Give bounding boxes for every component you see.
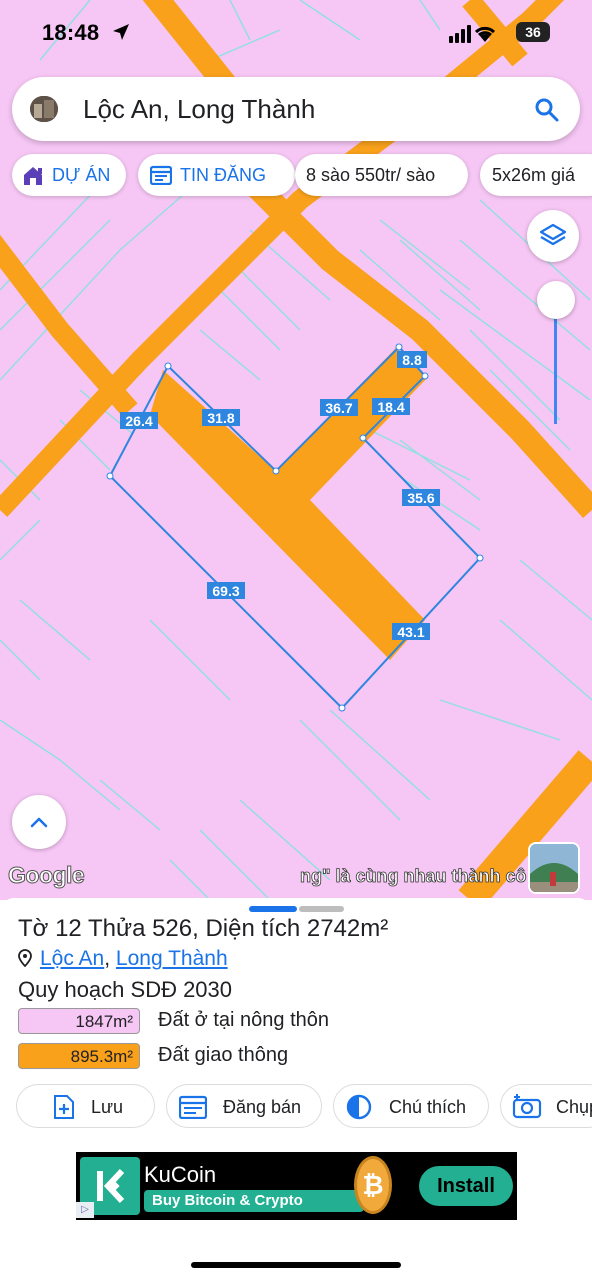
opacity-slider-handle[interactable]: [537, 281, 575, 319]
ward-link[interactable]: Lộc An: [40, 947, 104, 970]
layers-icon: [539, 223, 567, 246]
page-indicator[interactable]: [299, 906, 344, 912]
search-bar[interactable]: Lộc An, Long Thành: [12, 77, 580, 141]
parcel-info-sheet[interactable]: Tờ 12 Thửa 526, Diện tích 2742m² Lộc An,…: [0, 898, 592, 1140]
search-icon[interactable]: [534, 97, 560, 123]
capture-button[interactable]: Chụp: [500, 1084, 592, 1128]
search-thumbnail: [30, 96, 58, 122]
dimension-label: 8.8: [402, 352, 422, 368]
parcel-address: Lộc An, Long Thành: [18, 947, 228, 971]
dimension-label: 43.1: [397, 624, 424, 640]
location-pin-icon: [18, 949, 32, 968]
ad-install-button[interactable]: Install: [419, 1166, 513, 1206]
calendar-icon: [150, 165, 172, 185]
action-label: Chú thích: [389, 1097, 467, 1117]
dimension-label: 18.4: [377, 399, 404, 415]
search-input[interactable]: Lộc An, Long Thành: [83, 94, 315, 125]
plan-title: Quy hoạch SDĐ 2030: [18, 977, 233, 1002]
ad-subtitle: Buy Bitcoin & Crypto: [144, 1190, 364, 1212]
filter-chips: DỰ ÁN TIN ĐĂNG 8 sào 550tr/ sào 5x26m gi…: [12, 154, 592, 198]
save-button[interactable]: Lưu: [16, 1084, 155, 1128]
chip-label: TIN ĐĂNG: [180, 165, 267, 185]
chip-du-an[interactable]: DỰ ÁN: [12, 154, 126, 196]
legend-label: Đất giao thông: [158, 1044, 289, 1066]
action-bar: Lưu Đăng bán Chú thích Chụ: [0, 1084, 592, 1130]
action-label: Chụp: [556, 1097, 592, 1117]
calendar-icon: [179, 1095, 207, 1119]
chip-listing-2[interactable]: 5x26m giá: [480, 154, 592, 196]
street-view-thumbnail[interactable]: [528, 842, 580, 894]
chip-tin-dang[interactable]: TIN ĐĂNG: [138, 154, 295, 196]
action-label: Đăng bán: [223, 1097, 302, 1117]
marquee-text: ng" là cùng nhau thành cô: [300, 866, 527, 886]
address-separator: ,: [104, 947, 111, 970]
status-bar: 18:48 36: [0, 0, 592, 64]
dimension-label: 26.4: [125, 413, 152, 429]
bitcoin-coin-icon: ₿: [354, 1156, 392, 1214]
status-time: 18:48: [42, 20, 100, 45]
chip-label: DỰ ÁN: [52, 165, 111, 185]
contrast-icon: [346, 1094, 372, 1120]
action-label: Lưu: [91, 1097, 124, 1117]
legend-swatch-transport: 895.3m²: [18, 1043, 140, 1069]
post-listing-button[interactable]: Đăng bán: [166, 1084, 322, 1128]
page-indicator-active[interactable]: [249, 906, 297, 912]
home-indicator[interactable]: [191, 1262, 401, 1268]
google-attribution: Google: [7, 862, 85, 889]
legend-button[interactable]: Chú thích: [333, 1084, 489, 1128]
signal-wifi-icon: [449, 25, 496, 43]
battery-indicator: 36: [516, 22, 550, 42]
camera-icon: [512, 1094, 542, 1119]
dimension-label: 35.6: [407, 490, 434, 506]
add-file-icon: [54, 1095, 74, 1119]
dimension-label: 36.7: [325, 400, 352, 416]
dimension-label: 31.8: [207, 410, 234, 426]
expand-up-button[interactable]: [12, 795, 66, 849]
house-icon: [24, 167, 42, 185]
chip-listing-1[interactable]: 8 sào 550tr/ sào: [295, 154, 468, 196]
ad-choices-icon[interactable]: ▷: [76, 1202, 94, 1218]
map-view[interactable]: 26.4 31.8 36.7 8.8 18.4 35.6 69.3 43.1 18:48 36…: [0, 0, 592, 900]
parcel-title: Tờ 12 Thửa 526, Diện tích 2742m²: [18, 915, 389, 942]
chip-label: 5x26m giá: [492, 165, 576, 185]
layers-button[interactable]: [527, 210, 579, 262]
legend-label: Đất ở tại nông thôn: [158, 1009, 330, 1031]
legend-swatch-residential: 1847m²: [18, 1008, 140, 1034]
location-arrow-icon: [113, 24, 129, 40]
dimension-label: 69.3: [212, 583, 239, 599]
chevron-up-icon: [30, 817, 48, 828]
ad-banner[interactable]: KuCoin Buy Bitcoin & Crypto ₿ Install ▷: [76, 1152, 517, 1220]
ad-brand: KuCoin: [144, 1162, 217, 1187]
chip-label: 8 sào 550tr/ sào: [306, 165, 436, 185]
district-link[interactable]: Long Thành: [116, 947, 228, 970]
